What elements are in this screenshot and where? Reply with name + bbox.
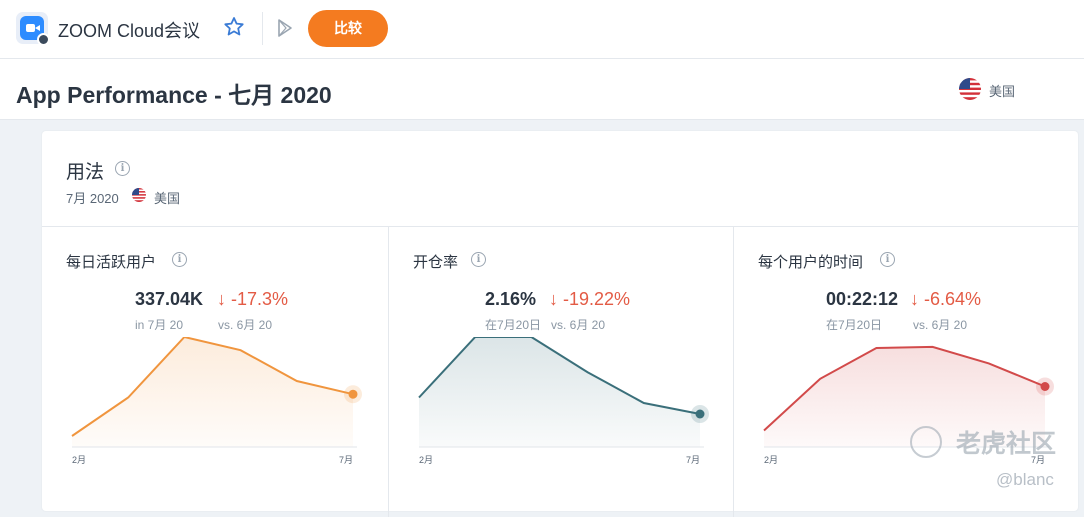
- usage-period: 7月 2020: [66, 191, 119, 206]
- usage-country: 美国: [154, 191, 181, 206]
- chart-last-point[interactable]: [695, 409, 705, 419]
- app-name: ZOOM Cloud会议: [58, 21, 201, 41]
- metric-panel-dau: 每日活跃用户 i 337.04K ↓ -17.3% in 7月 20 vs. 6…: [42, 227, 388, 517]
- open-rate-chart: 2月 7月: [418, 337, 709, 465]
- top-bar: ZOOM Cloud会议 比较: [0, 0, 1084, 59]
- metric-title: 每日活跃用户: [66, 254, 157, 271]
- page-header: App Performance - 七月 2020 美国: [0, 59, 1084, 120]
- metric-title: 每个用户的时间: [758, 254, 864, 271]
- metric-compare: vs. 6月 20: [913, 318, 968, 332]
- metric-panel-open-rate: 开仓率 i 2.16% ↓ -19.22% 在7月20日 vs. 6月 20 2…: [388, 227, 735, 517]
- zoom-app-icon[interactable]: [16, 12, 50, 46]
- x-tick-label: 2月: [419, 455, 433, 465]
- metric-delta: ↓ -17.3%: [217, 289, 289, 309]
- dau-chart: 2月 7月: [71, 337, 362, 465]
- us-flag-icon: [132, 188, 146, 202]
- watermark-brand: 老虎社区: [956, 430, 1057, 458]
- metric-compare: vs. 6月 20: [218, 318, 273, 332]
- section-title: 用法: [66, 162, 105, 183]
- country-label[interactable]: 美国: [989, 81, 1015, 100]
- watermark-logo-icon: [910, 426, 942, 458]
- metric-note: 在7月20日: [485, 318, 542, 332]
- metric-note: in 7月 20: [135, 318, 184, 332]
- x-tick-label: 7月: [686, 455, 700, 465]
- star-icon[interactable]: [222, 15, 246, 39]
- x-tick-label: 7月: [339, 455, 353, 465]
- page-title: App Performance - 七月 2020: [16, 82, 332, 108]
- info-icon[interactable]: i: [115, 161, 130, 176]
- info-icon[interactable]: i: [172, 252, 187, 267]
- x-tick-label: 2月: [72, 455, 86, 465]
- metric-compare: vs. 6月 20: [551, 318, 606, 332]
- time-per-user-chart: 2月 7月: [763, 345, 1054, 465]
- watermark-handle: @blanc: [996, 470, 1054, 489]
- info-icon[interactable]: i: [880, 252, 895, 267]
- metric-title: 开仓率: [413, 254, 459, 271]
- chart-last-point[interactable]: [348, 389, 358, 399]
- info-icon[interactable]: i: [471, 252, 486, 267]
- metric-delta: ↓ -19.22%: [549, 289, 631, 309]
- chart-last-point[interactable]: [1040, 382, 1050, 391]
- divider: [262, 12, 263, 45]
- chart-area: [72, 337, 353, 447]
- compare-button[interactable]: 比较: [308, 10, 388, 47]
- x-tick-label: 2月: [764, 455, 778, 465]
- metric-value: 337.04K: [135, 289, 204, 309]
- metric-value: 2.16%: [485, 289, 537, 309]
- google-play-icon[interactable]: [276, 18, 294, 38]
- metric-value: 00:22:12: [826, 289, 899, 309]
- us-flag-icon: [959, 78, 981, 100]
- metric-delta: ↓ -6.64%: [910, 289, 982, 309]
- metric-note: 在7月20日: [826, 318, 883, 332]
